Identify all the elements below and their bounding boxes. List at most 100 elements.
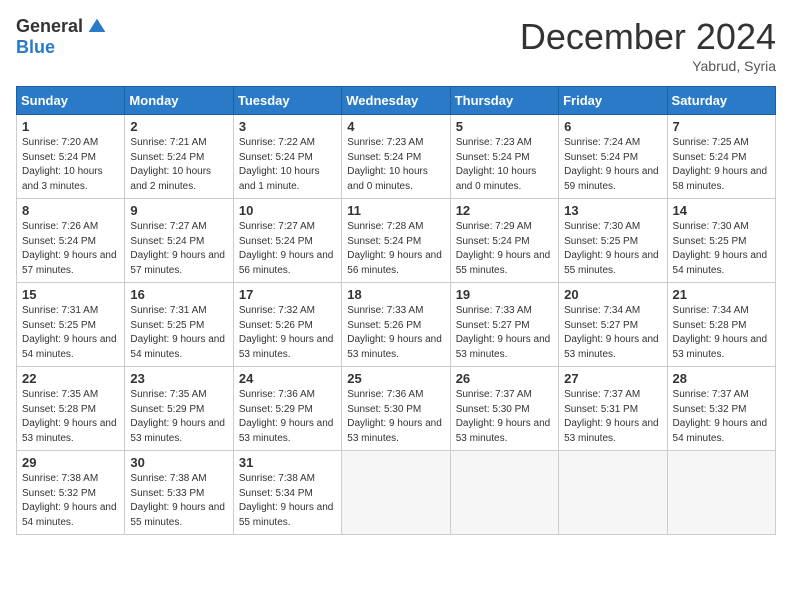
- calendar-cell: 23 Sunrise: 7:35 AMSunset: 5:29 PMDaylig…: [125, 367, 233, 451]
- calendar-cell: 16 Sunrise: 7:31 AMSunset: 5:25 PMDaylig…: [125, 283, 233, 367]
- calendar-cell: 8 Sunrise: 7:26 AMSunset: 5:24 PMDayligh…: [17, 199, 125, 283]
- day-number: 26: [456, 371, 553, 386]
- cell-info: Sunrise: 7:27 AMSunset: 5:24 PMDaylight:…: [130, 221, 225, 276]
- cell-info: Sunrise: 7:34 AMSunset: 5:28 PMDaylight:…: [673, 305, 768, 360]
- day-number: 30: [130, 455, 227, 470]
- calendar-cell: 19 Sunrise: 7:33 AMSunset: 5:27 PMDaylig…: [450, 283, 558, 367]
- cell-info: Sunrise: 7:22 AMSunset: 5:24 PMDaylight:…: [239, 137, 320, 192]
- month-title: December 2024: [520, 16, 776, 58]
- calendar-week-row: 22 Sunrise: 7:35 AMSunset: 5:28 PMDaylig…: [17, 367, 776, 451]
- calendar-cell: 27 Sunrise: 7:37 AMSunset: 5:31 PMDaylig…: [559, 367, 667, 451]
- cell-info: Sunrise: 7:26 AMSunset: 5:24 PMDaylight:…: [22, 221, 117, 276]
- logo-icon: [87, 17, 107, 37]
- day-number: 28: [673, 371, 770, 386]
- logo-general-text: General: [16, 16, 83, 37]
- day-number: 22: [22, 371, 119, 386]
- calendar-cell: 14 Sunrise: 7:30 AMSunset: 5:25 PMDaylig…: [667, 199, 775, 283]
- header-wednesday: Wednesday: [342, 87, 450, 115]
- calendar-cell: 25 Sunrise: 7:36 AMSunset: 5:30 PMDaylig…: [342, 367, 450, 451]
- day-number: 6: [564, 119, 661, 134]
- calendar-cell: 28 Sunrise: 7:37 AMSunset: 5:32 PMDaylig…: [667, 367, 775, 451]
- day-number: 21: [673, 287, 770, 302]
- logo-blue-text: Blue: [16, 37, 55, 58]
- calendar-week-row: 1 Sunrise: 7:20 AMSunset: 5:24 PMDayligh…: [17, 115, 776, 199]
- page-header: General Blue December 2024 Yabrud, Syria: [16, 16, 776, 74]
- day-number: 24: [239, 371, 336, 386]
- calendar-cell: 1 Sunrise: 7:20 AMSunset: 5:24 PMDayligh…: [17, 115, 125, 199]
- cell-info: Sunrise: 7:27 AMSunset: 5:24 PMDaylight:…: [239, 221, 334, 276]
- cell-info: Sunrise: 7:23 AMSunset: 5:24 PMDaylight:…: [347, 137, 428, 192]
- calendar-cell: 13 Sunrise: 7:30 AMSunset: 5:25 PMDaylig…: [559, 199, 667, 283]
- cell-info: Sunrise: 7:28 AMSunset: 5:24 PMDaylight:…: [347, 221, 442, 276]
- day-number: 19: [456, 287, 553, 302]
- calendar-cell: 6 Sunrise: 7:24 AMSunset: 5:24 PMDayligh…: [559, 115, 667, 199]
- calendar-cell: 18 Sunrise: 7:33 AMSunset: 5:26 PMDaylig…: [342, 283, 450, 367]
- calendar-week-row: 15 Sunrise: 7:31 AMSunset: 5:25 PMDaylig…: [17, 283, 776, 367]
- calendar-cell: 29 Sunrise: 7:38 AMSunset: 5:32 PMDaylig…: [17, 451, 125, 535]
- calendar-week-row: 29 Sunrise: 7:38 AMSunset: 5:32 PMDaylig…: [17, 451, 776, 535]
- location-text: Yabrud, Syria: [520, 58, 776, 74]
- cell-info: Sunrise: 7:32 AMSunset: 5:26 PMDaylight:…: [239, 305, 334, 360]
- calendar-cell: [559, 451, 667, 535]
- day-number: 5: [456, 119, 553, 134]
- day-number: 25: [347, 371, 444, 386]
- calendar-cell: [342, 451, 450, 535]
- day-number: 8: [22, 203, 119, 218]
- day-number: 7: [673, 119, 770, 134]
- day-number: 14: [673, 203, 770, 218]
- cell-info: Sunrise: 7:38 AMSunset: 5:33 PMDaylight:…: [130, 473, 225, 528]
- day-number: 17: [239, 287, 336, 302]
- cell-info: Sunrise: 7:31 AMSunset: 5:25 PMDaylight:…: [22, 305, 117, 360]
- calendar-cell: 11 Sunrise: 7:28 AMSunset: 5:24 PMDaylig…: [342, 199, 450, 283]
- day-number: 10: [239, 203, 336, 218]
- calendar-cell: 21 Sunrise: 7:34 AMSunset: 5:28 PMDaylig…: [667, 283, 775, 367]
- cell-info: Sunrise: 7:35 AMSunset: 5:29 PMDaylight:…: [130, 389, 225, 444]
- header-thursday: Thursday: [450, 87, 558, 115]
- cell-info: Sunrise: 7:36 AMSunset: 5:30 PMDaylight:…: [347, 389, 442, 444]
- calendar-cell: 31 Sunrise: 7:38 AMSunset: 5:34 PMDaylig…: [233, 451, 341, 535]
- day-number: 29: [22, 455, 119, 470]
- header-sunday: Sunday: [17, 87, 125, 115]
- cell-info: Sunrise: 7:20 AMSunset: 5:24 PMDaylight:…: [22, 137, 103, 192]
- day-number: 9: [130, 203, 227, 218]
- cell-info: Sunrise: 7:34 AMSunset: 5:27 PMDaylight:…: [564, 305, 659, 360]
- calendar-cell: 15 Sunrise: 7:31 AMSunset: 5:25 PMDaylig…: [17, 283, 125, 367]
- day-number: 4: [347, 119, 444, 134]
- cell-info: Sunrise: 7:37 AMSunset: 5:32 PMDaylight:…: [673, 389, 768, 444]
- day-number: 20: [564, 287, 661, 302]
- day-number: 3: [239, 119, 336, 134]
- calendar-week-row: 8 Sunrise: 7:26 AMSunset: 5:24 PMDayligh…: [17, 199, 776, 283]
- calendar-cell: 10 Sunrise: 7:27 AMSunset: 5:24 PMDaylig…: [233, 199, 341, 283]
- cell-info: Sunrise: 7:30 AMSunset: 5:25 PMDaylight:…: [564, 221, 659, 276]
- header-tuesday: Tuesday: [233, 87, 341, 115]
- header-monday: Monday: [125, 87, 233, 115]
- day-number: 23: [130, 371, 227, 386]
- day-number: 1: [22, 119, 119, 134]
- cell-info: Sunrise: 7:35 AMSunset: 5:28 PMDaylight:…: [22, 389, 117, 444]
- calendar-cell: 2 Sunrise: 7:21 AMSunset: 5:24 PMDayligh…: [125, 115, 233, 199]
- cell-info: Sunrise: 7:38 AMSunset: 5:34 PMDaylight:…: [239, 473, 334, 528]
- calendar-cell: [450, 451, 558, 535]
- header-friday: Friday: [559, 87, 667, 115]
- calendar-cell: 3 Sunrise: 7:22 AMSunset: 5:24 PMDayligh…: [233, 115, 341, 199]
- cell-info: Sunrise: 7:21 AMSunset: 5:24 PMDaylight:…: [130, 137, 211, 192]
- day-number: 15: [22, 287, 119, 302]
- weekday-header-row: Sunday Monday Tuesday Wednesday Thursday…: [17, 87, 776, 115]
- cell-info: Sunrise: 7:31 AMSunset: 5:25 PMDaylight:…: [130, 305, 225, 360]
- cell-info: Sunrise: 7:30 AMSunset: 5:25 PMDaylight:…: [673, 221, 768, 276]
- header-saturday: Saturday: [667, 87, 775, 115]
- day-number: 2: [130, 119, 227, 134]
- calendar-cell: 7 Sunrise: 7:25 AMSunset: 5:24 PMDayligh…: [667, 115, 775, 199]
- cell-info: Sunrise: 7:23 AMSunset: 5:24 PMDaylight:…: [456, 137, 537, 192]
- calendar-cell: [667, 451, 775, 535]
- cell-info: Sunrise: 7:37 AMSunset: 5:31 PMDaylight:…: [564, 389, 659, 444]
- day-number: 27: [564, 371, 661, 386]
- cell-info: Sunrise: 7:29 AMSunset: 5:24 PMDaylight:…: [456, 221, 551, 276]
- calendar-cell: 22 Sunrise: 7:35 AMSunset: 5:28 PMDaylig…: [17, 367, 125, 451]
- calendar-cell: 17 Sunrise: 7:32 AMSunset: 5:26 PMDaylig…: [233, 283, 341, 367]
- calendar-cell: 26 Sunrise: 7:37 AMSunset: 5:30 PMDaylig…: [450, 367, 558, 451]
- calendar-cell: 12 Sunrise: 7:29 AMSunset: 5:24 PMDaylig…: [450, 199, 558, 283]
- calendar-cell: 30 Sunrise: 7:38 AMSunset: 5:33 PMDaylig…: [125, 451, 233, 535]
- cell-info: Sunrise: 7:36 AMSunset: 5:29 PMDaylight:…: [239, 389, 334, 444]
- calendar-cell: 4 Sunrise: 7:23 AMSunset: 5:24 PMDayligh…: [342, 115, 450, 199]
